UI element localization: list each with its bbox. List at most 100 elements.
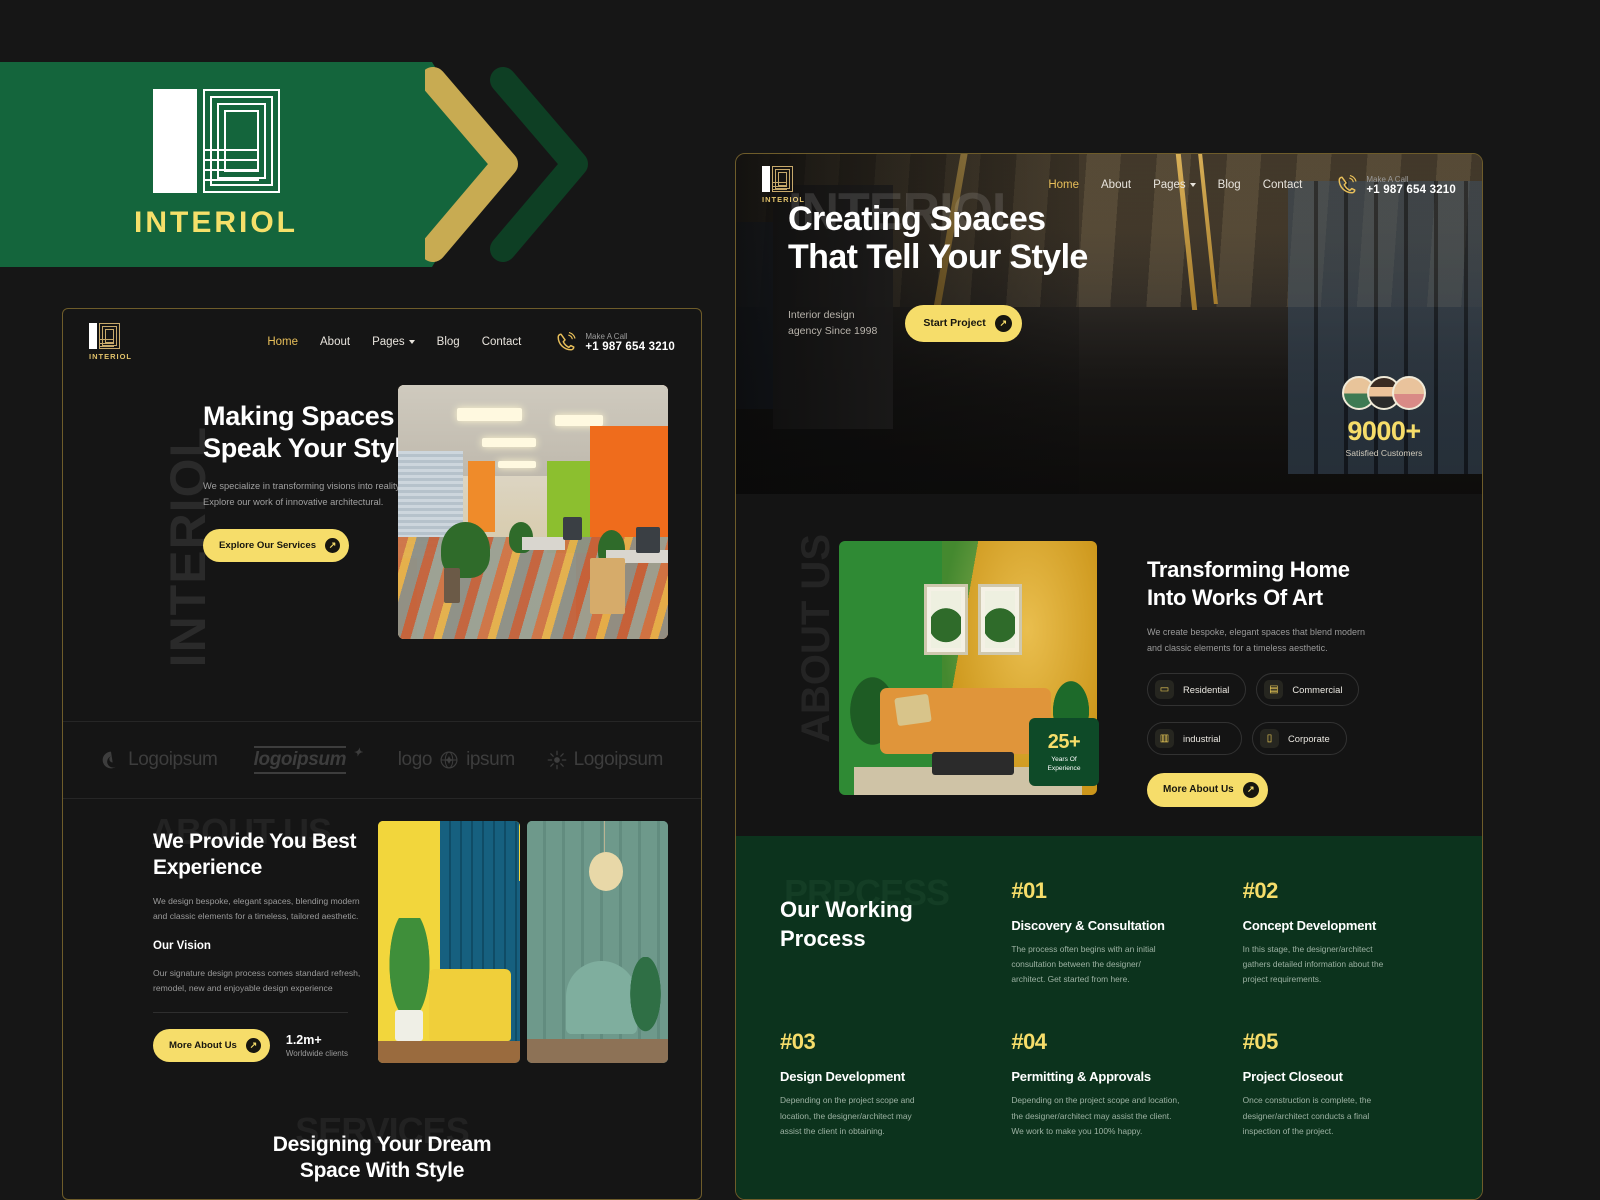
navbar-logo[interactable]: INTERIOL <box>89 323 132 361</box>
right-about-content: Transforming Home Into Works Of Art We c… <box>1147 556 1457 807</box>
chevron-down-icon <box>1189 183 1196 187</box>
tag-corporate[interactable]: ▯ Corporate <box>1252 721 1347 755</box>
about-images <box>378 821 668 1063</box>
explore-services-label: Explore Our Services <box>219 539 317 551</box>
phone-ring-icon <box>557 332 576 351</box>
arrow-up-right-icon: ↗ <box>325 537 341 553</box>
left-about-section: ABOUT US We Provide You Best Experience … <box>63 799 701 1094</box>
navbar-wordmark: INTERIOL <box>89 352 132 361</box>
call-block[interactable]: Make A Call +1 987 654 3210 <box>555 331 675 353</box>
left-navbar: INTERIOL Home About Pages Blog Contact M… <box>63 309 701 371</box>
nav-item-home[interactable]: Home <box>267 336 298 348</box>
process-step: #03 Design Development Depending on the … <box>780 1029 977 1138</box>
interiol-square-logo-icon <box>152 89 280 193</box>
customers-label: Satisfied Customers <box>1345 448 1423 458</box>
step-desc: In this stage, the designer/architect ga… <box>1242 944 1384 985</box>
right-about-title: Transforming Home Into Works Of Art <box>1147 557 1350 610</box>
left-page-mockup: INTERIOL Home About Pages Blog Contact M… <box>62 308 702 1200</box>
right-nav-links: Home About Pages Blog Contact <box>1048 179 1302 191</box>
tag-label: industrial <box>1183 732 1221 744</box>
customers-number: 9000+ <box>1347 416 1421 446</box>
process-step: #01 Discovery & Consultation The process… <box>1011 878 1208 987</box>
client-logo-2: logoipsum ✦ <box>234 746 383 774</box>
chevron-decoration <box>420 62 620 267</box>
step-name: Discovery & Consultation <box>1011 918 1165 933</box>
tag-label: Commercial <box>1292 683 1343 695</box>
interiol-square-logo-icon <box>89 323 132 349</box>
stat-number: 1.2m+ <box>285 1033 322 1048</box>
tag-industrial[interactable]: ▥ industrial <box>1147 721 1242 755</box>
tag-commercial[interactable]: ▤ Commercial <box>1256 672 1360 706</box>
client-logo-3: logo ipsum <box>397 749 515 770</box>
hero-image <box>398 385 668 639</box>
storefront-icon: ▤ <box>1264 679 1284 699</box>
step-desc: Once construction is complete, the desig… <box>1242 1095 1372 1136</box>
phone-ring-icon <box>1338 175 1357 194</box>
category-tags-row-2: ▥ industrial ▯ Corporate <box>1147 721 1457 755</box>
call-block[interactable]: Make A Call +1 987 654 3210 <box>1336 174 1456 196</box>
client-logo-4: Logoipsum <box>531 749 680 771</box>
nav-item-about[interactable]: About <box>1101 179 1131 191</box>
nav-item-contact[interactable]: Contact <box>482 336 522 348</box>
right-hero-title: Creating Spaces That Tell Your Style <box>788 200 1088 277</box>
nav-item-contact[interactable]: Contact <box>1263 179 1303 191</box>
worldwide-clients-stat: 1.2m+ Worldwide clients <box>286 1033 348 1058</box>
user-avatar-icon <box>1392 376 1426 410</box>
step-number: #05 <box>1242 1029 1279 1055</box>
about-image-green-room <box>526 821 668 1063</box>
nav-item-blog[interactable]: Blog <box>1218 179 1241 191</box>
nav-item-home[interactable]: Home <box>1048 179 1079 191</box>
step-number: #02 <box>1242 878 1279 903</box>
about-image-yellow-sofa <box>378 821 520 1063</box>
service-cards: ⌂ ▤ ▭ <box>63 1185 701 1200</box>
right-hero-tagline: Interior design agency Since 1998 <box>788 308 878 338</box>
step-name: Concept Development <box>1242 918 1377 933</box>
circle-swirl-icon <box>102 751 117 769</box>
step-desc: Depending on the project scope and locat… <box>1011 1095 1180 1136</box>
right-about-paragraph: We create bespoke, elegant spaces that b… <box>1147 627 1365 653</box>
left-nav-links: Home About Pages Blog Contact <box>267 336 521 348</box>
arrow-up-right-icon: ↗ <box>1242 781 1259 798</box>
process-step: #05 Project Closeout Once construction i… <box>1243 1029 1440 1138</box>
process-step: #04 Permitting & Approvals Depending on … <box>1011 1029 1208 1138</box>
customer-avatars <box>1342 376 1426 410</box>
step-name: Design Development <box>780 1069 905 1085</box>
nav-item-blog[interactable]: Blog <box>437 336 460 348</box>
nav-item-pages[interactable]: Pages <box>1153 179 1196 191</box>
years-of-experience-badge: 25+ Years Of Experience <box>1029 718 1099 786</box>
office-tower-icon: ▯ <box>1260 728 1279 748</box>
more-about-us-label: More About Us <box>169 1040 237 1052</box>
call-label: Make A Call <box>1366 174 1409 184</box>
left-hero: INTERIOL Making Spaces Speak Your Style … <box>63 371 701 721</box>
client-logos-strip: Logoipsum logoipsum ✦ logo ipsum Logoips… <box>63 721 701 799</box>
right-more-about-us-button[interactable]: More About Us ↗ <box>1147 772 1268 807</box>
left-services-section: SERVICES Designing Your Dream Space With… <box>63 1094 701 1200</box>
tag-label: Corporate <box>1288 732 1330 744</box>
start-project-label: Start Project <box>923 317 986 330</box>
start-project-button[interactable]: Start Project ↗ <box>905 304 1022 342</box>
category-tags-row-1: ▭ Residential ▤ Commercial <box>1147 672 1457 706</box>
arrow-up-right-icon: ↗ <box>994 314 1012 332</box>
screenshot-stage: INTERIOL INTERIOL Home About Pages Blog … <box>0 0 1600 1200</box>
explore-services-button[interactable]: Explore Our Services ↗ <box>203 528 350 562</box>
process-step: #02 Concept Development In this stage, t… <box>1243 878 1440 987</box>
divider <box>153 1012 348 1014</box>
more-about-us-button[interactable]: More About Us ↗ <box>153 1029 270 1063</box>
right-more-about-us-label: More About Us <box>1163 784 1234 795</box>
tag-residential[interactable]: ▭ Residential <box>1147 672 1247 706</box>
arrow-up-right-icon: ↗ <box>245 1038 261 1054</box>
nav-item-about[interactable]: About <box>320 336 350 348</box>
client-logo-1: Logoipsum <box>85 749 234 771</box>
step-desc: The process often begins with an initial… <box>1011 944 1156 985</box>
about-title: We Provide You Best Experience <box>153 830 357 879</box>
step-name: Project Closeout <box>1242 1069 1343 1085</box>
working-process-section: PRPCESS Our Working Process #01 Discover… <box>736 836 1482 1199</box>
step-number: #01 <box>1011 878 1047 903</box>
right-hero: INTERIOL Home About Pages Blog Contact M… <box>736 154 1482 494</box>
about-vision-text: Our signature design process comes stand… <box>153 968 361 994</box>
nav-item-pages[interactable]: Pages <box>372 336 415 348</box>
sparkle-icon: ✦ <box>353 747 362 759</box>
step-name: Permitting & Approvals <box>1011 1069 1151 1085</box>
call-label: Make A Call <box>585 331 628 341</box>
chevron-down-icon <box>408 340 415 344</box>
